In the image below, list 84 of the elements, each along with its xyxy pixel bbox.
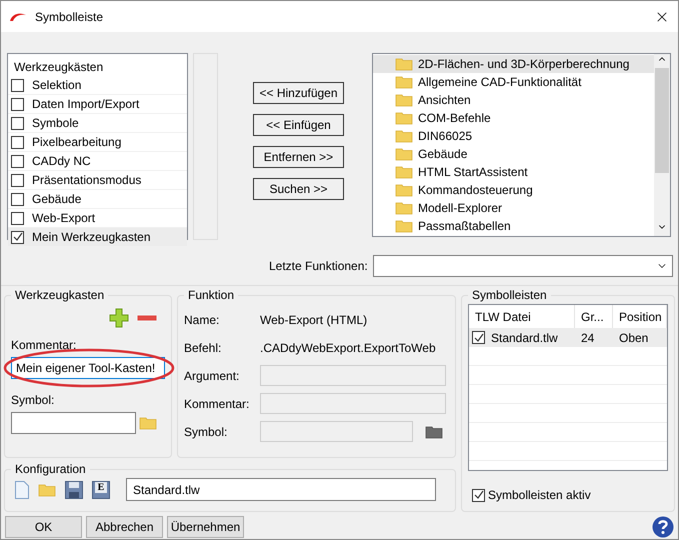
checkbox[interactable] bbox=[11, 78, 24, 92]
function-label: Befehl: bbox=[184, 340, 222, 356]
checkbox[interactable] bbox=[11, 98, 24, 110]
active-label: Symbolleisten aktiv bbox=[488, 487, 591, 504]
tree-item[interactable]: HTML StartAssistent bbox=[373, 163, 654, 181]
function-label: Name: bbox=[184, 312, 220, 328]
comment-field[interactable]: Mein eigener Tool-Kasten! bbox=[11, 357, 165, 379]
checkbox[interactable] bbox=[11, 230, 24, 244]
action-button[interactable]: Suchen >> bbox=[253, 178, 344, 200]
scrollbar[interactable] bbox=[654, 54, 670, 236]
action-button[interactable]: << Hinzufügen bbox=[253, 82, 344, 104]
toolbox-item[interactable]: Mein Werkzeugkasten bbox=[8, 228, 187, 247]
folder-icon[interactable] bbox=[395, 147, 413, 161]
checkbox[interactable] bbox=[11, 192, 24, 206]
tree-item[interactable]: Modell-Explorer bbox=[373, 199, 654, 217]
table-row[interactable]: Standard.tlw 24 Oben bbox=[469, 328, 667, 347]
function-field[interactable] bbox=[260, 393, 446, 414]
toolbox-item[interactable]: Web-Export bbox=[8, 209, 187, 228]
toolbox-item[interactable]: Symbole bbox=[8, 114, 187, 133]
group-title: Symbolleisten bbox=[471, 287, 548, 304]
checkbox[interactable] bbox=[11, 174, 24, 186]
folder-icon[interactable] bbox=[395, 165, 413, 179]
tree-item[interactable]: Gebäude bbox=[373, 145, 654, 163]
folder-icon[interactable] bbox=[395, 129, 413, 143]
checkbox[interactable] bbox=[11, 136, 24, 148]
table-cell-text: Standard.tlw bbox=[491, 330, 558, 346]
logo-icon bbox=[9, 12, 27, 22]
function-value: Web-Export (HTML) bbox=[260, 312, 368, 328]
action-button[interactable]: << Einfügen bbox=[253, 114, 344, 136]
remove-icon[interactable] bbox=[137, 315, 157, 321]
help-icon[interactable] bbox=[652, 516, 674, 538]
symbol-field[interactable] bbox=[11, 412, 136, 434]
folder-icon[interactable] bbox=[395, 75, 413, 89]
function-label: Argument: bbox=[184, 368, 240, 384]
row-checkbox[interactable] bbox=[472, 331, 485, 344]
recent-functions-label: Letzte Funktionen: bbox=[269, 258, 369, 274]
toolbox-item[interactable]: Präsentationsmodus bbox=[8, 171, 187, 190]
folder-icon bbox=[425, 424, 443, 438]
table-cell-text: 24 bbox=[580, 330, 596, 346]
toolbox-item[interactable]: Gebäude bbox=[8, 190, 187, 209]
table-cell-text: Oben bbox=[618, 330, 650, 346]
tree-item[interactable]: 2D-Flächen- und 3D-Körperberechnung bbox=[373, 55, 654, 73]
scroll-thumb[interactable] bbox=[655, 68, 669, 173]
folder-icon[interactable] bbox=[395, 183, 413, 197]
comment-label: Kommentar: bbox=[11, 337, 78, 354]
toolbox-item[interactable]: Pixelbearbeitung bbox=[8, 133, 187, 152]
save-as-icon[interactable]: E bbox=[92, 480, 110, 498]
folder-icon[interactable] bbox=[395, 93, 413, 107]
config-file-field[interactable]: Standard.tlw bbox=[126, 478, 436, 501]
function-label: Kommentar: bbox=[184, 396, 250, 412]
dialog-button[interactable]: Abbrechen bbox=[86, 516, 163, 538]
tree-item[interactable]: DIN66025 bbox=[373, 127, 654, 145]
dialog-button[interactable]: OK bbox=[5, 516, 82, 538]
group-title: Konfiguration bbox=[14, 461, 87, 478]
new-file-icon[interactable] bbox=[15, 480, 29, 498]
function-value: .CADdyWebExport.ExportToWeb bbox=[260, 340, 436, 356]
action-button[interactable]: Entfernen >> bbox=[253, 146, 344, 168]
tree-item[interactable]: Allgemeine CAD-Funktionalität bbox=[373, 73, 654, 91]
folder-icon[interactable] bbox=[395, 219, 413, 233]
checkbox[interactable] bbox=[11, 154, 24, 168]
save-icon[interactable] bbox=[65, 480, 83, 498]
group-title: Funktion bbox=[187, 287, 236, 304]
folder-icon[interactable] bbox=[395, 201, 413, 215]
tree-item[interactable]: COM-Befehle bbox=[373, 109, 654, 127]
function-label: Symbol: bbox=[184, 424, 228, 440]
checkbox[interactable] bbox=[11, 212, 24, 224]
list-heading: Werkzeugkästen bbox=[13, 59, 104, 76]
dialog-button[interactable]: Übernehmen bbox=[167, 516, 244, 538]
recent-functions-dropdown[interactable] bbox=[373, 254, 673, 276]
toolbox-item[interactable]: CADdy NC bbox=[8, 152, 187, 171]
tree-item[interactable]: Ansichten bbox=[373, 91, 654, 109]
symbol-field[interactable] bbox=[260, 421, 413, 442]
symbol-label: Symbol: bbox=[11, 392, 56, 409]
function-field[interactable] bbox=[260, 365, 446, 386]
toolbox-item[interactable]: Selektion bbox=[8, 76, 187, 95]
group-title: Werkzeugkasten bbox=[14, 287, 106, 304]
tree-item[interactable]: Kommandosteuerung bbox=[373, 181, 654, 199]
active-checkbox[interactable] bbox=[472, 488, 485, 502]
toolbox-item[interactable]: Daten Import/Export bbox=[8, 95, 187, 114]
checkbox[interactable] bbox=[11, 116, 24, 130]
add-icon[interactable] bbox=[109, 308, 129, 328]
folder-icon[interactable] bbox=[395, 111, 413, 125]
tree-item[interactable]: Passmaßtabellen bbox=[373, 217, 654, 235]
window-title: Symbolleiste bbox=[35, 8, 104, 26]
